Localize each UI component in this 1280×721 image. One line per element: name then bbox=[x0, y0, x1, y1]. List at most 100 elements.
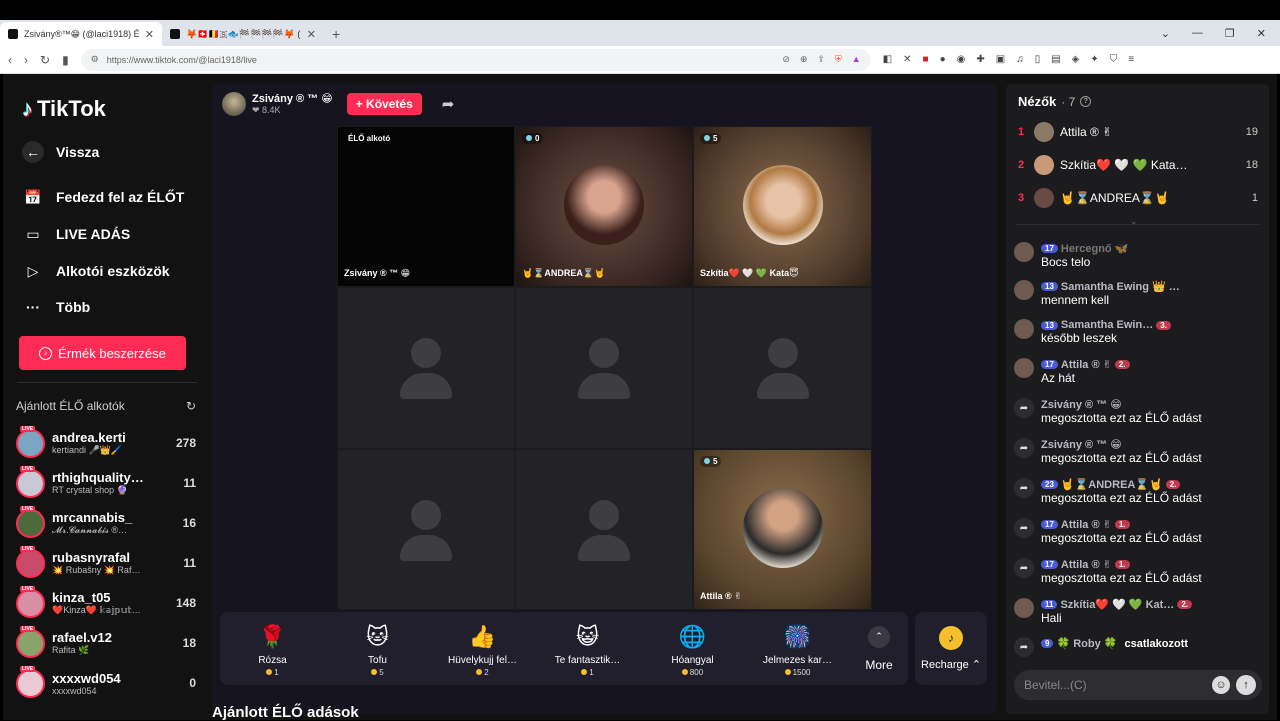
extension-icon[interactable]: ▣ bbox=[996, 54, 1005, 65]
chat-message[interactable]: ➦ 9 🍀 Roby 🍀 csatlakozott bbox=[1014, 637, 1262, 657]
chat-message[interactable]: 17 Hercegnő 🦋 Bocs telo bbox=[1014, 242, 1262, 269]
zoom-icon[interactable]: ⊕ bbox=[800, 54, 808, 65]
extension-icon[interactable]: ✕ bbox=[903, 54, 911, 65]
more-gifts-button[interactable]: ⌃ More bbox=[850, 625, 908, 672]
nav-explore-live[interactable]: 📅 Fedezd fel az ÉLŐT bbox=[22, 186, 184, 208]
empty-seat[interactable] bbox=[337, 449, 515, 610]
close-tab-icon[interactable]: ✕ bbox=[145, 28, 154, 41]
empty-seat[interactable] bbox=[337, 287, 515, 449]
extension-icon[interactable]: ◉ bbox=[957, 54, 966, 65]
chat-message[interactable]: ➦ 23 🤘⌛ANDREA⌛🤘 2. megosztotta ezt az ÉLŐ ad… bbox=[1014, 478, 1262, 505]
top-viewer-row[interactable]: 3 🤘⌛ANDREA⌛🤘 1 bbox=[1018, 188, 1258, 208]
rewards-icon[interactable]: ▲ bbox=[852, 54, 861, 65]
menu-icon[interactable]: ≡ bbox=[1128, 54, 1134, 65]
message-user[interactable]: Hercegnő 🦋 bbox=[1061, 242, 1129, 255]
close-window-icon[interactable]: ✕ bbox=[1257, 27, 1266, 40]
recommended-creator[interactable]: LIVE rubasnyrafal 💥 Rubašny 💥 Raf… 11 bbox=[16, 545, 196, 581]
message-user[interactable]: 🍀 Roby 🍀 bbox=[1056, 637, 1117, 650]
gift-item[interactable]: 😺 Te fantasztik… 1 bbox=[535, 621, 640, 677]
chat-message[interactable]: ➦ 17 Attila ® ✌ 1. megosztotta ezt az ÉLŐ ad… bbox=[1014, 558, 1262, 585]
bookmark-icon[interactable]: ▮ bbox=[62, 53, 69, 67]
wallet-icon[interactable]: ▤ bbox=[1051, 54, 1060, 65]
chat-message[interactable]: ➦ Zsivány ® ™ 😁 megosztotta ezt az ÉLŐ adá… bbox=[1014, 398, 1262, 425]
message-user[interactable]: Zsivány ® ™ 😁 bbox=[1041, 438, 1122, 451]
close-tab-icon[interactable]: ✕ bbox=[307, 28, 316, 41]
sidebar-icon[interactable]: ▯ bbox=[1035, 54, 1041, 65]
recommended-creator[interactable]: LIVE rafael.v12 Rafita 🌿 18 bbox=[16, 625, 196, 661]
message-user[interactable]: Attila ® ✌ bbox=[1061, 558, 1112, 571]
gift-item[interactable]: 🐱 Tofu 5 bbox=[325, 621, 430, 677]
refresh-icon[interactable]: ↻ bbox=[186, 399, 196, 413]
gift-item[interactable]: 🌹 Rózsa 1 bbox=[220, 621, 325, 677]
reload-icon[interactable]: ↻ bbox=[40, 53, 50, 67]
empty-seat[interactable] bbox=[693, 287, 872, 449]
recharge-button[interactable]: ♪ Recharge ⌃ bbox=[915, 612, 987, 685]
recommended-creator[interactable]: LIVE kinza_t05 ❤️Kinza❤️ 𝕜𝕒𝕛𝕡𝕦𝕥… 148 bbox=[16, 585, 196, 621]
restore-icon[interactable]: ❐ bbox=[1225, 27, 1235, 40]
gift-item[interactable]: 👍 Hüvelykujj fel… 2 bbox=[430, 621, 535, 677]
send-icon[interactable]: ↑ bbox=[1236, 675, 1256, 695]
top-viewer-row[interactable]: 1 Attila ® ✌ 19 bbox=[1018, 122, 1258, 142]
address-bar[interactable]: ⚙ https://www.tiktok.com/@laci1918/live … bbox=[80, 48, 871, 71]
follow-button[interactable]: + Követés bbox=[346, 93, 422, 115]
host-avatar[interactable] bbox=[222, 92, 246, 116]
empty-seat[interactable] bbox=[515, 287, 693, 449]
share-icon[interactable]: ➦ bbox=[442, 95, 455, 113]
get-coins-button[interactable]: ♪ Érmék beszerzése bbox=[19, 336, 186, 370]
message-user[interactable]: Szkítia❤️ 🤍 💚 Kat… bbox=[1060, 598, 1174, 611]
chevron-down-icon[interactable]: ⌄ bbox=[1130, 216, 1138, 227]
chat-message[interactable]: 13 Samantha Ewin… 3. később leszek bbox=[1014, 319, 1262, 345]
guest-cell[interactable]: 5 Attila ® ✌ bbox=[693, 449, 872, 610]
recommended-creator[interactable]: LIVE mrcannabis_ 𝓜𝓻.𝓒𝓪𝓷𝓷𝓪𝓫𝓲𝓼 ®… 16 bbox=[16, 505, 196, 541]
guest-cell[interactable]: 0 🤘⌛ANDREA⌛🤘 bbox=[515, 126, 693, 287]
message-user[interactable]: 🤘⌛ANDREA⌛🤘 bbox=[1061, 478, 1163, 491]
chat-message[interactable]: 11 Szkítia❤️ 🤍 💚 Kat… 2. Hali bbox=[1014, 598, 1262, 625]
music-icon[interactable]: ♫ bbox=[1016, 54, 1024, 65]
chat-message[interactable]: 13 Samantha Ewing 👑 … mennem kell bbox=[1014, 280, 1262, 307]
nav-live-broadcast[interactable]: ▭ LIVE ADÁS bbox=[22, 223, 130, 245]
puzzle-icon[interactable]: ✚ bbox=[976, 54, 984, 65]
translate-icon[interactable]: ⊘ bbox=[782, 54, 790, 65]
extension-icon[interactable]: ■ bbox=[923, 54, 929, 65]
gift-item[interactable]: 🎆 Jelmezes kar… 1500 bbox=[745, 621, 850, 677]
extension-icon[interactable]: ◧ bbox=[883, 54, 892, 65]
chat-message[interactable]: 17 Attila ® ✌ 2. Az hát bbox=[1014, 358, 1262, 385]
message-user[interactable]: Zsivány ® ™ 😁 bbox=[1041, 398, 1122, 411]
browser-tab[interactable]: 🦊🇨🇭🇧🇪🇸🐟🏁🏁🏁🏁🦊 (@csby0… ✕ bbox=[162, 22, 324, 46]
recommended-creator[interactable]: LIVE andrea.kerti kertiandi 🎤👑🖌️ 278 bbox=[16, 425, 196, 461]
brave-shield-icon[interactable]: ⛨ bbox=[835, 54, 842, 65]
message-user[interactable]: Attila ® ✌ bbox=[1061, 358, 1112, 371]
viewers-header[interactable]: Nézők · 7 ? bbox=[1018, 94, 1092, 109]
leo-icon[interactable]: ✦ bbox=[1090, 54, 1098, 65]
extension-icon[interactable]: ● bbox=[940, 54, 946, 65]
recommended-creator[interactable]: LIVE xxxxwd054 xxxxwd054 0 bbox=[16, 665, 196, 701]
back-arrow-icon[interactable]: ‹ bbox=[8, 53, 12, 67]
help-icon[interactable]: ? bbox=[1080, 96, 1092, 107]
host-name[interactable]: Zsivány ® ™ 😁 bbox=[252, 92, 333, 105]
nav-creator-tools[interactable]: ▷ Alkotói eszközök bbox=[22, 260, 170, 282]
back-link[interactable]: ← Vissza bbox=[22, 141, 99, 163]
extension-icon[interactable]: ◈ bbox=[1072, 54, 1080, 65]
tab-search-icon[interactable]: ⌄ bbox=[1161, 27, 1170, 40]
chat-message[interactable]: ➦ Zsivány ® ™ 😁 megosztotta ezt az ÉLŐ adá… bbox=[1014, 438, 1262, 465]
message-user[interactable]: Attila ® ✌ bbox=[1061, 518, 1112, 531]
browser-tab-active[interactable]: Zsivány®™😁 (@laci1918) É… ✕ bbox=[0, 22, 162, 46]
empty-seat[interactable] bbox=[515, 449, 693, 610]
minimize-icon[interactable]: — bbox=[1192, 27, 1203, 40]
gift-item[interactable]: 🌐 Hóangyal 800 bbox=[640, 621, 745, 677]
guest-cell-host[interactable]: ÉLŐ alkotó Zsivány ® ™ 😁 bbox=[337, 126, 515, 287]
site-info-icon[interactable]: ⚙ bbox=[91, 54, 99, 65]
recommended-creator[interactable]: LIVE rthighquality… RT crystal shop 🔮 11 bbox=[16, 465, 196, 501]
nav-more[interactable]: ··· Több bbox=[22, 296, 90, 318]
guest-cell[interactable]: 5 Szkítia❤️ 🤍 💚 Kata😇 bbox=[693, 126, 872, 287]
new-tab-button[interactable]: + bbox=[324, 26, 348, 46]
chat-input[interactable] bbox=[1024, 678, 1206, 692]
share-page-icon[interactable]: ⇪ bbox=[817, 54, 825, 65]
message-user[interactable]: Samantha Ewing 👑 … bbox=[1061, 280, 1180, 293]
top-viewer-row[interactable]: 2 Szkítia❤️ 🤍 💚 Kata… 18 bbox=[1018, 155, 1258, 175]
chat-message[interactable]: ➦ 17 Attila ® ✌ 1. megosztotta ezt az ÉLŐ ad… bbox=[1014, 518, 1262, 545]
message-user[interactable]: Samantha Ewin… bbox=[1061, 319, 1153, 331]
forward-arrow-icon[interactable]: › bbox=[24, 53, 28, 67]
tiktok-logo[interactable]: ♪ TikTok bbox=[22, 96, 106, 122]
emoji-icon[interactable]: ☺ bbox=[1212, 676, 1230, 694]
